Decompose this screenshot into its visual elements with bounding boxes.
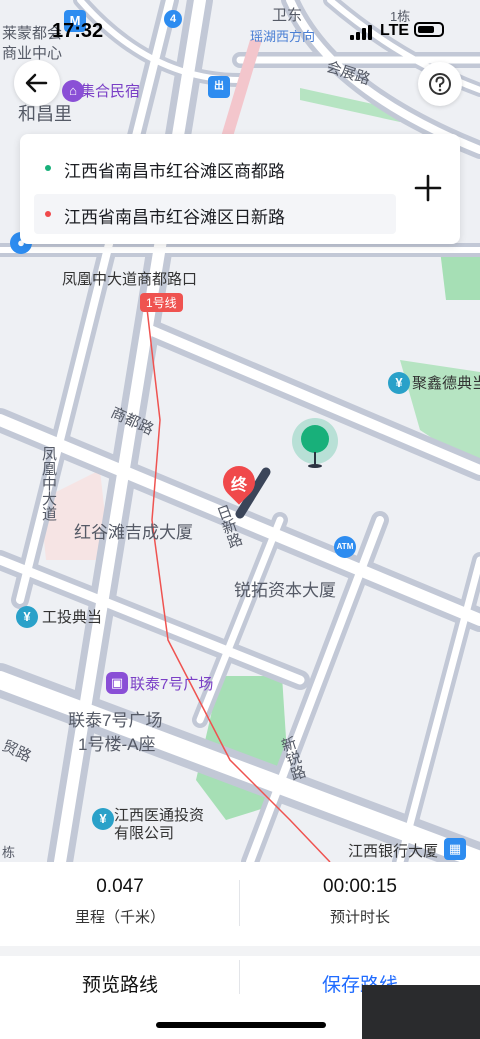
end-dot-icon <box>45 211 51 217</box>
network-type: LTE <box>380 22 410 39</box>
atm-icon[interactable]: ATM <box>334 536 356 558</box>
status-bar: 17:32 LTE <box>0 0 480 60</box>
end-marker-label: 终 <box>230 477 247 494</box>
map-label: 栋 <box>2 845 16 860</box>
start-dot-icon <box>45 165 51 171</box>
exit-icon[interactable]: 出 <box>208 76 230 98</box>
location-pin-base <box>308 464 322 468</box>
plus-icon <box>414 174 442 202</box>
map-label: 凤凰中大道商都路口 <box>62 271 198 288</box>
question-icon <box>429 73 451 95</box>
map-label: 有限公司 <box>114 825 175 842</box>
company-icon[interactable]: ¥ <box>92 808 114 830</box>
map-label: 红谷滩吉成大厦 <box>74 523 193 542</box>
metro-line-badge: 1号线 <box>140 293 183 312</box>
map-label: 江西银行大厦 <box>348 843 439 860</box>
signal-icon <box>350 24 372 40</box>
building-icon[interactable]: ▦ <box>444 838 466 860</box>
end-point-row[interactable]: 江西省南昌市红谷滩区日新路 <box>34 194 396 234</box>
hotel-icon[interactable]: ⌂ <box>62 80 84 102</box>
section-divider <box>0 946 480 956</box>
location-pin-head <box>301 425 329 453</box>
distance-value: 0.047 <box>96 876 144 897</box>
map-label: 集合民宿 <box>80 83 141 100</box>
duration-value: 00:00:15 <box>323 876 397 897</box>
route-card: 江西省南昌市红谷滩区商都路 江西省南昌市红谷滩区日新路 <box>20 134 460 244</box>
duration-stat: 00:00:15 预计时长 <box>240 862 480 944</box>
duration-label: 预计时长 <box>329 909 390 926</box>
back-button[interactable] <box>14 60 60 106</box>
distance-label: 里程（千米） <box>74 909 165 926</box>
pawnshop-icon[interactable]: ¥ <box>16 606 38 628</box>
overlay-thumbnail <box>362 985 480 1039</box>
map-canvas[interactable] <box>0 0 480 877</box>
distance-stat: 0.047 里程（千米） <box>0 862 240 944</box>
preview-route-button[interactable]: 预览路线 <box>0 958 240 1014</box>
map-label: 聚鑫德典当 <box>412 375 480 392</box>
battery-icon <box>414 22 444 37</box>
shopping-icon[interactable]: ▣ <box>106 672 128 694</box>
map-label: 联泰7号广场 <box>68 711 163 730</box>
map-label: 联泰7号广场 <box>130 676 214 693</box>
start-address: 江西省南昌市红谷滩区商都路 <box>64 162 285 181</box>
pawnshop-icon[interactable]: ¥ <box>388 372 410 394</box>
add-waypoint-button[interactable] <box>408 168 448 208</box>
back-arrow-icon <box>25 73 48 93</box>
start-point-row[interactable]: 江西省南昌市红谷滩区商都路 <box>34 148 396 188</box>
map-label: 锐拓资本大厦 <box>234 581 336 600</box>
map-label: 工投典当 <box>42 609 103 626</box>
status-time: 17:32 <box>52 20 104 42</box>
map-view[interactable]: 莱蒙都会 商业中心 和昌里 集合民宿 卫东 瑶湖西方向 会展路 1栋 凤凰中大道… <box>0 0 480 877</box>
end-address: 江西省南昌市红谷滩区日新路 <box>64 208 285 227</box>
home-indicator[interactable] <box>156 1022 326 1028</box>
help-button[interactable] <box>418 62 462 106</box>
map-label: 1号楼-A座 <box>78 735 156 754</box>
road-label: 凤凰中大道 <box>40 446 57 521</box>
